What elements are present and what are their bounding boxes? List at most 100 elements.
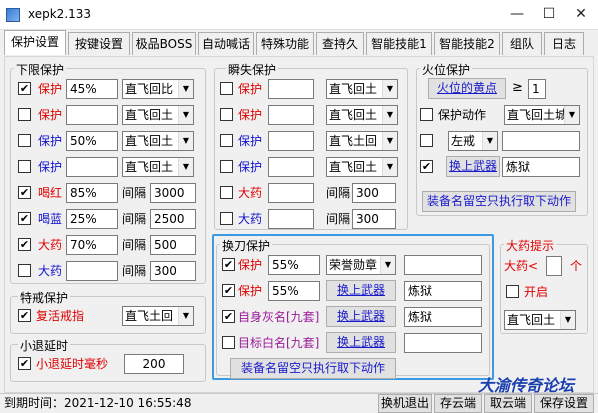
special-ring-checkbox[interactable]: ✔ — [18, 309, 31, 322]
bigmed-open-checkbox[interactable] — [506, 285, 519, 298]
swap-row-value[interactable]: 55% — [268, 255, 320, 275]
lower-row-value[interactable]: 50% — [66, 131, 118, 151]
lower-row-label: 喝红 — [38, 186, 63, 200]
logout-button[interactable]: 换机退出 — [378, 394, 432, 413]
interval-input[interactable]: 500 — [150, 235, 196, 255]
tab-protect-settings[interactable]: 保护设置 — [4, 30, 66, 55]
lower-row-mode-select[interactable]: 直飞回土 ▼ — [122, 131, 194, 151]
load-cloud-button[interactable]: 取云端 — [484, 394, 532, 413]
fire-swap-weapon-button[interactable]: 换上武器 — [446, 156, 500, 177]
fire-action-checkbox[interactable] — [420, 108, 433, 121]
lower-row-checkbox[interactable]: ✔ — [18, 186, 31, 199]
tab-boss[interactable]: 极品BOSS — [132, 32, 196, 55]
lower-row-checkbox[interactable]: ✔ — [18, 212, 31, 225]
delay-checkbox[interactable]: ✔ — [18, 357, 31, 370]
instant-row-value[interactable] — [268, 157, 314, 177]
instant-row-checkbox[interactable] — [220, 134, 233, 147]
instant-row-checkbox[interactable] — [220, 186, 233, 199]
tab-key-settings[interactable]: 按键设置 — [68, 32, 130, 55]
tab-skill-1[interactable]: 智能技能1 — [366, 32, 432, 55]
lower-row-value[interactable] — [66, 105, 118, 125]
fire-row2-checkbox[interactable] — [420, 134, 433, 147]
fire-action-select[interactable]: 直飞回土城 ▼ — [504, 105, 580, 125]
swap-row-extra[interactable]: 炼狱 — [404, 307, 482, 327]
instant-row-value[interactable] — [268, 183, 314, 203]
instant-row-checkbox[interactable] — [220, 108, 233, 121]
lower-row-checkbox[interactable]: ✔ — [18, 82, 31, 95]
lower-row-value[interactable]: 85% — [66, 183, 118, 203]
instant-row-mode-select[interactable]: 直飞回土 ▼ — [326, 157, 398, 177]
instant-row-value[interactable] — [268, 131, 314, 151]
instant-row-value[interactable] — [268, 209, 314, 229]
lower-row-checkbox[interactable] — [18, 108, 31, 121]
tab-log[interactable]: 日志 — [544, 32, 584, 55]
fire-ring-select[interactable]: 左戒 ▼ — [448, 131, 498, 151]
swap-weapon-button[interactable]: 换上武器 — [326, 332, 396, 353]
instant-row-mode-select[interactable]: 直飞回土 ▼ — [326, 79, 398, 99]
close-button[interactable]: ✕ — [566, 0, 596, 30]
instant-row-value[interactable] — [268, 79, 314, 99]
instant-row-checkbox[interactable] — [220, 160, 233, 173]
save-settings-button[interactable]: 保存设置 — [534, 394, 594, 413]
interval-label: 间隔 — [122, 212, 147, 226]
interval-label: 间隔 — [326, 186, 351, 200]
lower-row-checkbox[interactable] — [18, 264, 31, 277]
maximize-button[interactable]: ☐ — [534, 0, 564, 30]
fire-empty-equip-button[interactable]: 装备名留空只执行取下动作 — [422, 191, 576, 212]
lower-row-mode-select[interactable]: 直飞回土 ▼ — [122, 157, 194, 177]
instant-row-checkbox[interactable] — [220, 82, 233, 95]
interval-input[interactable]: 3000 — [150, 183, 196, 203]
instant-row-label: 保护 — [238, 82, 263, 96]
swap-row-select[interactable]: 荣誉勋章 ▼ — [326, 255, 396, 275]
swap-row-extra[interactable] — [404, 255, 482, 275]
swap-row-value[interactable]: 55% — [268, 281, 320, 301]
fire-row3-checkbox[interactable]: ✔ — [420, 160, 433, 173]
save-cloud-button[interactable]: 存云端 — [434, 394, 482, 413]
minimize-button[interactable]: — — [502, 0, 532, 30]
tab-skill-2[interactable]: 智能技能2 — [434, 32, 500, 55]
swap-row-checkbox[interactable]: ✔ — [222, 310, 235, 323]
swap-row-checkbox[interactable] — [222, 336, 235, 349]
interval-input[interactable]: 300 — [150, 261, 196, 281]
instant-row-mode-select[interactable]: 直飞土回 ▼ — [326, 131, 398, 151]
swap-weapon-button[interactable]: 换上武器 — [326, 306, 396, 327]
bigmed-input[interactable] — [546, 256, 562, 276]
instant-row-checkbox[interactable] — [220, 212, 233, 225]
lower-row-mode-select[interactable]: 直飞回比 ▼ — [122, 79, 194, 99]
instant-row-mode-select[interactable]: 直飞回土 ▼ — [326, 105, 398, 125]
tab-team[interactable]: 组队 — [502, 32, 542, 55]
lower-row-label: 喝蓝 — [38, 212, 63, 226]
bigmed-mode-select[interactable]: 直飞回土 ▼ — [504, 310, 576, 330]
swap-row-checkbox[interactable]: ✔ — [222, 258, 235, 271]
fire-ring-input[interactable] — [502, 131, 580, 151]
lower-row-value[interactable]: 45% — [66, 79, 118, 99]
swap-row-checkbox[interactable]: ✔ — [222, 284, 235, 297]
instant-row-value[interactable] — [268, 105, 314, 125]
swap-empty-equip-button[interactable]: 装备名留空只执行取下动作 — [230, 358, 396, 379]
interval-input[interactable]: 2500 — [150, 209, 196, 229]
interval-input[interactable]: 300 — [352, 209, 396, 229]
interval-input[interactable]: 300 — [352, 183, 396, 203]
chevron-down-icon: ▼ — [178, 307, 193, 325]
lower-row-value[interactable]: 25% — [66, 209, 118, 229]
lower-row-value[interactable] — [66, 261, 118, 281]
tab-special[interactable]: 特殊功能 — [256, 32, 314, 55]
instant-row-mode-value: 直飞土回 — [329, 134, 378, 148]
special-ring-mode-select[interactable]: 直飞土回 ▼ — [122, 306, 194, 326]
swap-row-extra[interactable]: 炼狱 — [404, 281, 482, 301]
tab-auto-shout[interactable]: 自动喊话 — [198, 32, 254, 55]
fire-weapon-input[interactable]: 炼狱 — [502, 157, 580, 177]
swap-row-extra[interactable] — [404, 333, 482, 353]
lower-row-value[interactable]: 70% — [66, 235, 118, 255]
tab-durability[interactable]: 查持久 — [316, 32, 364, 55]
lower-row-checkbox[interactable] — [18, 160, 31, 173]
lower-row-mode-select[interactable]: 直飞回土 ▼ — [122, 105, 194, 125]
lower-row-value[interactable] — [66, 157, 118, 177]
lower-row-checkbox[interactable]: ✔ — [18, 238, 31, 251]
lower-row-label: 大药 — [38, 264, 63, 278]
delay-input[interactable]: 200 — [124, 354, 184, 374]
yellow-point-button[interactable]: 火位的黄点 — [428, 78, 506, 99]
swap-weapon-button[interactable]: 换上武器 — [326, 280, 396, 301]
fire-ge-input[interactable]: 1 — [528, 79, 546, 99]
lower-row-checkbox[interactable] — [18, 134, 31, 147]
